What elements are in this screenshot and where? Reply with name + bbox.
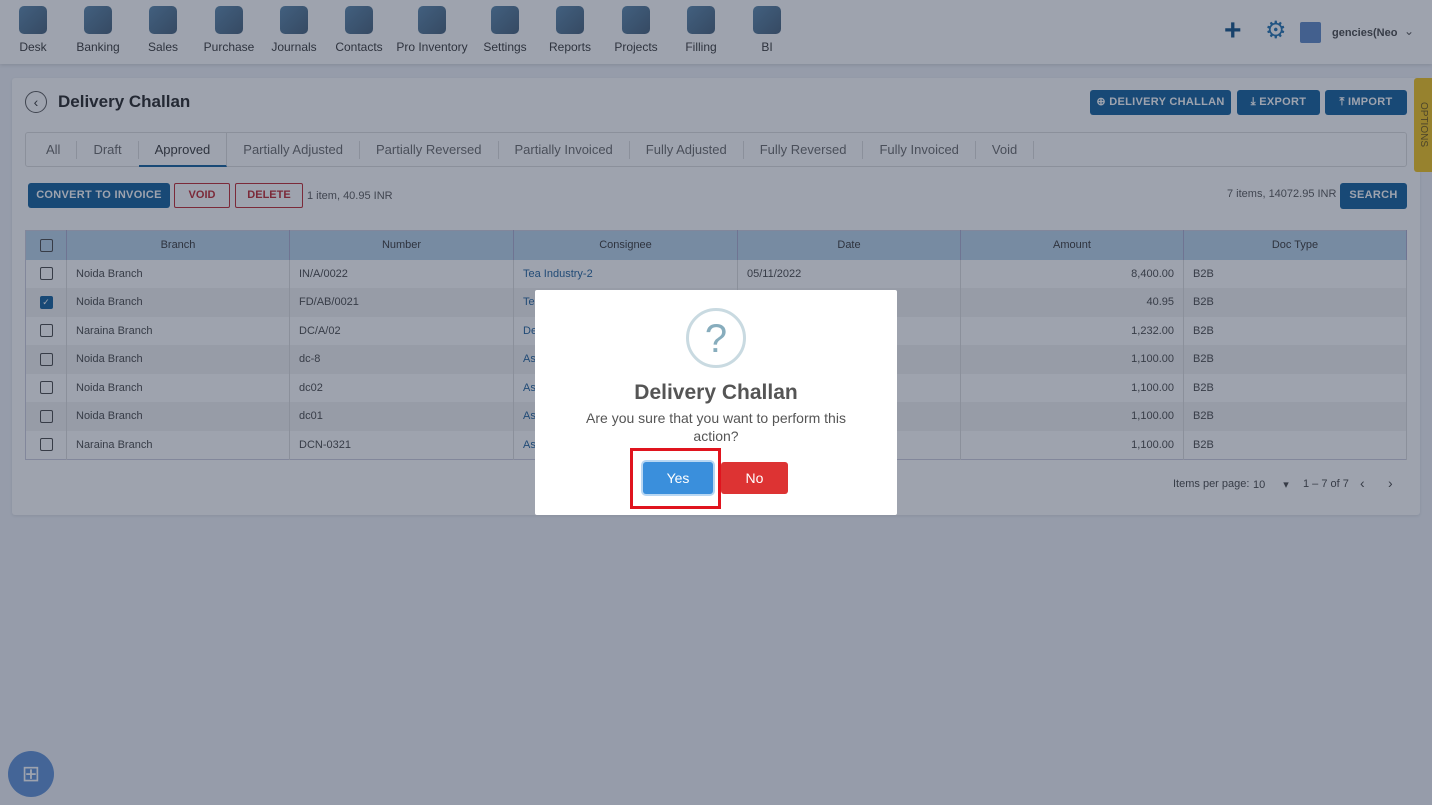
question-icon: ?: [686, 308, 746, 368]
dialog-message: Are you sure that you want to perform th…: [586, 410, 846, 444]
dialog-title: Delivery Challan: [634, 381, 798, 404]
yes-button[interactable]: Yes: [643, 462, 713, 494]
confirm-dialog: ? Delivery Challan Are you sure that you…: [535, 290, 897, 515]
no-button[interactable]: No: [721, 462, 788, 494]
